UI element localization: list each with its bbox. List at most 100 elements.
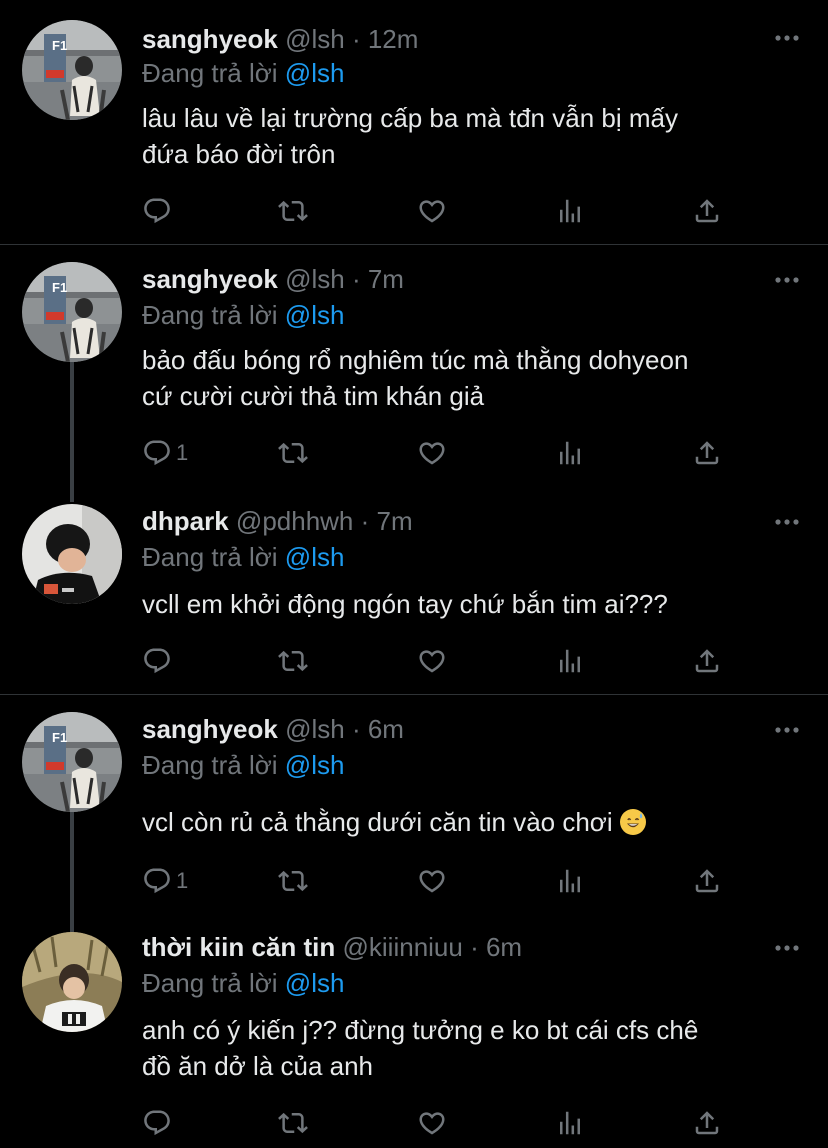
retweet-button[interactable] [278, 644, 308, 678]
more-icon[interactable] [774, 726, 800, 734]
user-handle[interactable]: @lsh [285, 714, 345, 744]
views-icon [555, 646, 585, 676]
display-name[interactable]: sanghyeok [142, 714, 278, 744]
retweet-icon [278, 438, 308, 468]
views-button[interactable] [555, 644, 585, 678]
share-icon [692, 1108, 722, 1138]
tweet-text: lâu lâu về lại trường cấp ba mà tđn vẫn … [142, 100, 782, 172]
reply-count: 1 [176, 868, 189, 893]
views-icon [555, 866, 585, 896]
tweet-text-line: đứa báo đời trôn [142, 139, 336, 169]
reply-mention-link[interactable]: @lsh [285, 58, 345, 88]
retweet-button[interactable] [278, 194, 308, 228]
share-button[interactable] [692, 644, 722, 678]
timestamp[interactable]: · 6m [470, 932, 522, 962]
more-icon[interactable] [774, 34, 800, 42]
display-name[interactable]: sanghyeok [142, 24, 278, 54]
avatar-kiin[interactable] [22, 932, 122, 1032]
retweet-icon [278, 646, 308, 676]
reply-button[interactable]: 1 [142, 864, 188, 898]
retweet-icon [278, 1108, 308, 1138]
views-button[interactable] [555, 194, 585, 228]
divider [0, 244, 828, 245]
reply-button[interactable] [142, 644, 176, 678]
retweet-button[interactable] [278, 1106, 308, 1140]
timestamp[interactable]: · 6m [352, 714, 404, 744]
display-name[interactable]: dhpark [142, 506, 229, 536]
timestamp[interactable]: · 7m [361, 506, 413, 536]
avatar-sanghyeok[interactable]: F1 [22, 262, 122, 362]
timestamp[interactable]: · 7m [352, 264, 404, 294]
like-button[interactable] [417, 436, 447, 470]
share-button[interactable] [692, 436, 722, 470]
action-bar [142, 1106, 742, 1140]
views-button[interactable] [555, 864, 585, 898]
heart-icon [417, 1108, 447, 1138]
retweet-icon [278, 866, 308, 896]
heart-icon [417, 438, 447, 468]
share-button[interactable] [692, 864, 722, 898]
thread-connector [70, 792, 74, 940]
more-icon[interactable] [774, 276, 800, 284]
views-icon [555, 1108, 585, 1138]
reply-icon [142, 646, 172, 676]
heart-icon [417, 866, 447, 896]
reply-button[interactable] [142, 194, 176, 228]
reply-mention-link[interactable]: @lsh [285, 542, 345, 572]
like-button[interactable] [417, 194, 447, 228]
tweet-text-line: lâu lâu về lại trường cấp ba mà tđn vẫn … [142, 103, 678, 133]
tweet-text: bảo đấu bóng rổ nghiêm túc mà thằng dohy… [142, 342, 782, 414]
views-button[interactable] [555, 1106, 585, 1140]
share-button[interactable] [692, 1106, 722, 1140]
like-button[interactable] [417, 864, 447, 898]
display-name[interactable]: sanghyeok [142, 264, 278, 294]
views-icon [555, 196, 585, 226]
avatar-sanghyeok[interactable]: F1 [22, 712, 122, 812]
reply-button[interactable] [142, 1106, 176, 1140]
share-icon [692, 866, 722, 896]
action-bar: 1 [142, 436, 742, 470]
more-icon[interactable] [774, 518, 800, 526]
share-icon [692, 438, 722, 468]
tweet-text-line: đồ ăn dở là của anh [142, 1051, 374, 1081]
retweet-button[interactable] [278, 864, 308, 898]
heart-icon [417, 196, 447, 226]
avatar-sign-text: F1 [52, 38, 67, 53]
heart-icon [417, 646, 447, 676]
reply-mention-link[interactable]: @lsh [285, 750, 345, 780]
divider [0, 694, 828, 695]
avatar-sign-text: F1 [52, 280, 67, 295]
thread-connector [70, 344, 74, 502]
like-button[interactable] [417, 1106, 447, 1140]
retweet-button[interactable] [278, 436, 308, 470]
reply-mention-link[interactable]: @lsh [285, 300, 345, 330]
user-handle[interactable]: @pdhhwh [236, 506, 353, 536]
user-handle[interactable]: @kiiinniuu [343, 932, 463, 962]
reply-prefix: Đang trả lời [142, 750, 278, 780]
reply-prefix: Đang trả lời [142, 968, 278, 998]
reply-icon [142, 438, 172, 468]
tweet-text: vcl còn rủ cả thằng dưới căn tin vào chơ… [142, 804, 782, 840]
user-handle[interactable]: @lsh [285, 264, 345, 294]
more-icon[interactable] [774, 944, 800, 952]
like-button[interactable] [417, 644, 447, 678]
avatar-sign-text: F1 [52, 730, 67, 745]
user-handle[interactable]: @lsh [285, 24, 345, 54]
share-icon [692, 646, 722, 676]
retweet-icon [278, 196, 308, 226]
timestamp[interactable]: · 12m [352, 24, 418, 54]
reply-count: 1 [176, 440, 189, 465]
reply-prefix: Đang trả lời [142, 542, 278, 572]
reply-button[interactable]: 1 [142, 436, 188, 470]
views-icon [555, 438, 585, 468]
tweet-text: anh có ý kiến j?? đừng tưởng e ko bt cái… [142, 1012, 782, 1084]
avatar-sanghyeok[interactable]: F1 [22, 20, 122, 120]
reply-prefix: Đang trả lời [142, 58, 278, 88]
tweet-text-line: vcl còn rủ cả thằng dưới căn tin vào chơ… [142, 804, 782, 840]
views-button[interactable] [555, 436, 585, 470]
avatar-dhpark[interactable] [22, 504, 122, 604]
display-name[interactable]: thời kiin căn tin [142, 932, 335, 962]
reply-mention-link[interactable]: @lsh [285, 968, 345, 998]
tweet-text-line: vcll em khởi động ngón tay chứ bắn tim a… [142, 589, 668, 619]
share-button[interactable] [692, 194, 722, 228]
